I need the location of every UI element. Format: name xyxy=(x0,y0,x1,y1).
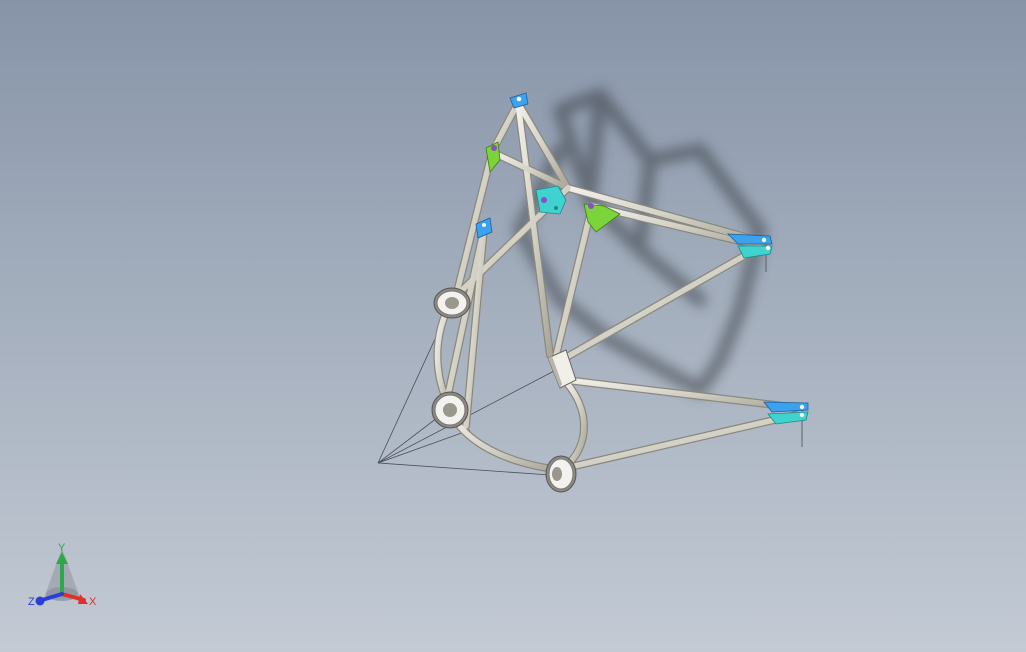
bracket-right-upper[interactable] xyxy=(726,233,773,259)
frame-model[interactable] xyxy=(0,0,1026,652)
ring-mount-middle[interactable] xyxy=(431,391,469,429)
graphics-viewport[interactable]: Y X Z xyxy=(0,0,1026,652)
ring-mount-lower[interactable] xyxy=(545,455,577,493)
ring-mount-upper[interactable] xyxy=(433,287,471,319)
coordinate-triad-icon: Y X Z xyxy=(28,542,97,608)
axis-z-label: Z xyxy=(28,596,35,608)
bracket-top[interactable] xyxy=(509,92,529,109)
axis-x-label: X xyxy=(89,596,97,608)
axis-y-label: Y xyxy=(58,542,66,554)
